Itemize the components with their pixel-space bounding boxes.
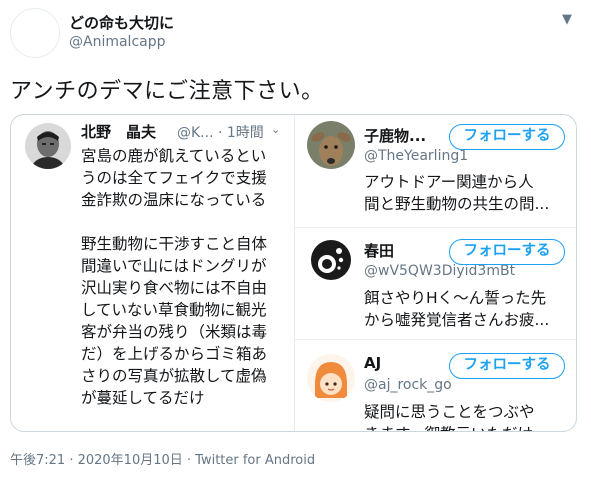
text-line: していない草食動物に観光 [81,301,267,319]
author-avatar[interactable] [10,8,60,58]
tweet-timestamp-footer[interactable]: 午後7:21 · 2020年10月10日 · Twitter for Andro… [10,449,315,468]
account-name[interactable]: 子鹿物... [364,125,426,146]
text-line: 野生動物に干渉すこと自体 [81,235,268,253]
text-line: 金詐欺の温床になっている [81,191,267,209]
text-line: 間違いで山にはドングリが [81,257,267,275]
quoted-meta: @K... · 1時間 [177,125,264,141]
text-line: アウトドアー関連から人 [364,173,534,191]
follow-button[interactable]: フォローする [449,353,565,379]
account-bio: 疑問に思うことをつぶや きます。御教示いただけ [364,401,574,431]
chevron-down-icon[interactable]: ⌄ [271,123,280,136]
text-line: 疑問に思うことをつぶや [364,403,535,421]
tweet-header: どの命も大切に @Animalcapp ▼ [0,0,591,68]
follow-button[interactable]: フォローする [449,239,565,265]
chevron-down-icon[interactable]: ▼ [562,12,572,27]
text-line: 宮島の鹿が飢えているとい [81,147,267,165]
text-line: 沢山実り食べ物には不自由 [81,279,268,297]
quoted-text-paragraph-2: 野生動物に干渉すこと自体 間違いで山にはドングリが 沢山実り食べ物には不自由 し… [81,233,291,409]
author-handle[interactable]: @Animalcapp [69,34,166,50]
quoted-text-paragraph-1: 宮島の鹿が飢えているとい うのは全てフェイクで支援 金詐欺の温床になっている [81,145,291,211]
text-line: だ）を上げるからゴミ箱あ [81,345,268,363]
account-handle[interactable]: @aj_rock_go [364,377,452,393]
follow-button[interactable]: フォローする [449,124,565,150]
music-note-avatar[interactable] [307,236,355,284]
tweet-text: アンチのデマにご注意下さい。 [10,79,324,104]
text-line: きます。御教示いただけ [364,423,574,431]
author-display-name[interactable]: どの命も大切に [69,12,174,33]
account-name[interactable]: 春田 [364,240,394,261]
account-handle[interactable]: @TheYearling1 [364,148,468,164]
text-line: が蔓延してるだけ [81,389,205,407]
text-line: さりの写真が拡散して虚偽 [81,367,267,385]
text-line: から嘘発覚信者さんお疲... [364,311,550,329]
text-line: 客が弁当の残り（米類は毒 [81,323,268,341]
quoted-author-avatar[interactable] [25,123,71,169]
quoted-tweet[interactable]: 北野 晶夫 @K... · 1時間 ⌄ 宮島の鹿が飢えているとい うのは全てフェ… [11,115,294,431]
quoted-author-name[interactable]: 北野 晶夫 [81,121,156,142]
cartoon-girl-avatar[interactable] [307,354,355,402]
embedded-tweet-card[interactable]: 北野 晶夫 @K... · 1時間 ⌄ 宮島の鹿が飢えているとい うのは全てフェ… [10,114,577,432]
text-line: うのは全てフェイクで支援 [81,169,267,187]
account-bio: 餌さやりHく～ん誓った先 から嘘発覚信者さんお疲... [364,287,574,331]
account-handle[interactable]: @wV5QW3Diyid3mBt [364,263,515,279]
text-line: 間と野生動物の共生の問... [364,195,550,213]
text-line: 餌さやりHく～ん誓った先 [364,289,547,307]
account-bio: アウトドアー関連から人 間と野生動物の共生の問... [364,171,574,215]
account-name[interactable]: AJ [364,354,381,372]
deer-avatar[interactable] [307,121,355,169]
